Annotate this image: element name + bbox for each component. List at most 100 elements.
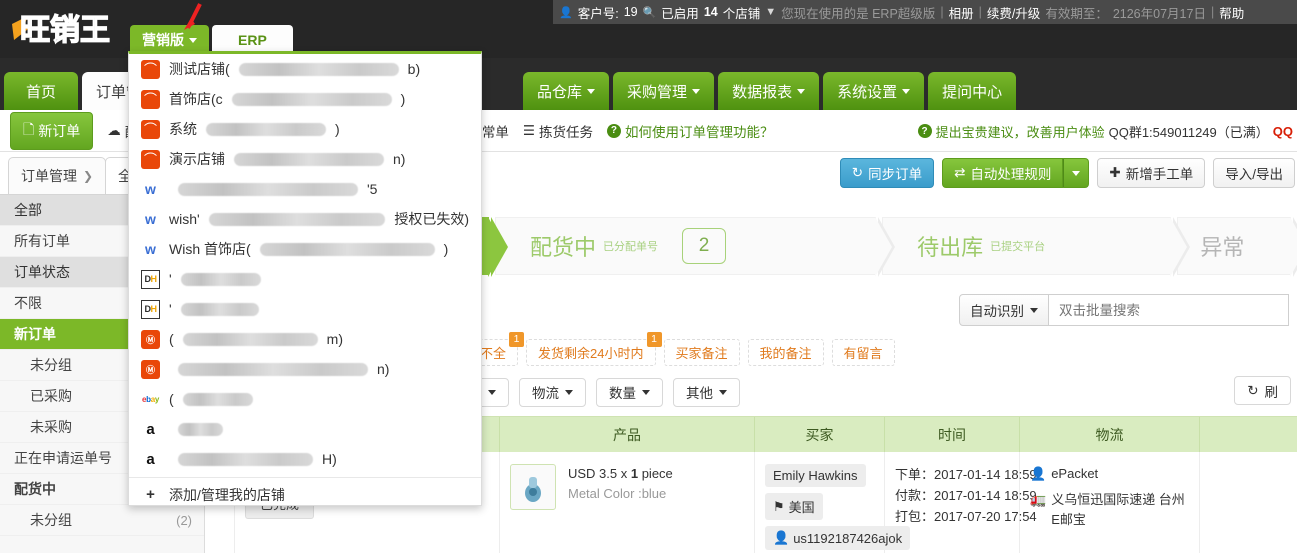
- pipeline-step-abnormal[interactable]: 异常: [1177, 217, 1297, 277]
- store-list-item[interactable]: a H): [129, 444, 481, 474]
- add-manual-order-button[interactable]: ✚ 新增手工单: [1097, 158, 1206, 188]
- store-list-item[interactable]: D H ': [129, 294, 481, 324]
- store-list-item[interactable]: e b a y (: [129, 384, 481, 414]
- product-qty: 1: [630, 466, 639, 481]
- time-pack-label: 打包：: [895, 509, 935, 524]
- nav-item-support[interactable]: 提问中心: [928, 72, 1017, 110]
- pipeline-step-pending-out[interactable]: 待出库 已提交平台: [882, 217, 1191, 277]
- store-list-item[interactable]: ⌒ 演示店铺 n): [129, 144, 481, 174]
- store-list-item[interactable]: Ⓜ (m): [129, 324, 481, 354]
- import-export-button[interactable]: 导入/导出: [1213, 158, 1295, 188]
- store-list-item[interactable]: ⌒ 首饰店(c): [129, 84, 481, 114]
- nav-item-warehouse-label: 品仓库: [537, 83, 583, 101]
- store-list: ⌒ 测试店铺(b) ⌒ 首饰店(c) ⌒ 系统) ⌒ 演示店铺 n) w '5 w wish' 授权已失效…: [129, 54, 481, 474]
- breadcrumb[interactable]: 订单管理 ❯: [8, 157, 107, 194]
- chevron-down-icon[interactable]: ▼: [765, 6, 776, 18]
- sync-icon: ↻: [851, 165, 864, 180]
- app-logo[interactable]: 旺销王: [8, 4, 126, 54]
- filter-label: 数量: [609, 386, 636, 401]
- dhgate-icon: DH: [141, 299, 160, 319]
- picking-task-link[interactable]: ☰ 拣货任务: [523, 121, 593, 141]
- stores-prefix: 已启用: [661, 6, 699, 21]
- chip-badge: 1: [509, 331, 525, 347]
- expiry-value: 2126年07月17日: [1112, 6, 1206, 21]
- store-selector-dropdown[interactable]: ⌒ 测试店铺(b) ⌒ 首饰店(c) ⌒ 系统) ⌒ 演示店铺 n) w '5 w wish' 授权已失效…: [128, 51, 482, 506]
- redacted-store-name: [238, 62, 399, 76]
- chip-has-message[interactable]: 有留言: [831, 338, 895, 366]
- chevron-down-icon: [189, 37, 197, 43]
- chip-ship-within-24h[interactable]: 发货剩余24小时内 1: [526, 331, 662, 366]
- album-link[interactable]: 相册: [949, 3, 974, 22]
- sidebar-item-ungrouped-allocating[interactable]: 未分组 (2): [0, 505, 204, 536]
- refresh-icon: ⇄: [954, 165, 966, 180]
- new-order-button[interactable]: 🗋 新订单: [10, 111, 94, 150]
- add-manage-stores-item[interactable]: + 添加/管理我的店铺: [129, 477, 481, 505]
- help-link[interactable]: 帮助: [1219, 3, 1244, 22]
- auto-rule-button[interactable]: ⇄ 自动处理规则: [942, 158, 1064, 188]
- auto-rule-split-button: ⇄ 自动处理规则: [942, 158, 1090, 188]
- chip-buyer-note[interactable]: 买家备注: [663, 338, 740, 366]
- renew-link[interactable]: 续费/升级: [987, 3, 1040, 22]
- store-list-item[interactable]: ⌒ 系统): [129, 114, 481, 144]
- product-attribute: Metal Color :blue: [568, 486, 667, 501]
- chevron-down-icon: [642, 389, 650, 395]
- auto-recognize-select[interactable]: 自动识别: [959, 294, 1049, 326]
- store-name-prefix: (: [169, 391, 174, 407]
- filter-other[interactable]: 其他: [673, 377, 740, 407]
- nav-item-settings[interactable]: 系统设置: [823, 72, 925, 110]
- tab-marketing-label: 营销版: [142, 32, 184, 48]
- buyer-country-label: 美国: [788, 500, 815, 515]
- chip-label: 买家备注: [675, 345, 728, 361]
- store-list-item[interactable]: Ⓜn): [129, 354, 481, 384]
- nav-item-purchase-label: 采购管理: [627, 83, 688, 101]
- store-list-item[interactable]: w '5: [129, 174, 481, 204]
- product-thumb[interactable]: [510, 464, 556, 510]
- store-list-item[interactable]: ⌒ 测试店铺(b): [129, 54, 481, 84]
- store-list-item[interactable]: w wish' 授权已失效): [129, 204, 481, 234]
- help-usage-label: 如何使用订单管理功能？: [624, 124, 774, 140]
- store-list-item[interactable]: D H ': [129, 264, 481, 294]
- store-name-prefix: 首饰店(c: [169, 91, 223, 107]
- suggest-label[interactable]: 提出宝贵建议，改善用户体验: [936, 122, 1105, 141]
- store-list-item[interactable]: a: [129, 414, 481, 444]
- nav-item-home-label: 首页: [26, 83, 57, 101]
- auto-rule-dropdown-button[interactable]: [1063, 158, 1090, 188]
- sidebar-item-count: (2): [176, 512, 192, 528]
- pipeline-step-allocating[interactable]: 配货中 已分配单号 2: [495, 217, 896, 277]
- th-logistics: 物流: [1020, 417, 1200, 453]
- pipeline-step-title: 异常: [1200, 235, 1245, 260]
- td-product: USD 3.5 x 1 piece Metal Color :blue: [500, 452, 755, 553]
- nav-item-settings-label: 系统设置: [837, 83, 898, 101]
- search-input[interactable]: [1049, 294, 1289, 326]
- chip-my-note[interactable]: 我的备注: [747, 338, 824, 366]
- redacted-store-name: [180, 272, 261, 286]
- redacted-store-name: [178, 362, 368, 376]
- filter-quantity[interactable]: 数量: [596, 377, 663, 407]
- nav-item-purchase[interactable]: 采购管理: [613, 72, 715, 110]
- account-label: 客户号:: [577, 6, 619, 21]
- search-icon[interactable]: 🔍: [643, 6, 657, 19]
- filter-logistics[interactable]: 物流: [519, 377, 586, 407]
- store-list-item[interactable]: w Wish 首饰店(): [129, 234, 481, 264]
- logistics-carrier-line: 🚛 义乌恒迅国际速递 台州E邮宝: [1030, 490, 1189, 530]
- nav-item-home[interactable]: 首页: [4, 72, 79, 110]
- redacted-store-name: [231, 92, 392, 106]
- wish-icon: w: [145, 181, 156, 197]
- sync-orders-button[interactable]: ↻ 同步订单: [839, 158, 935, 188]
- nav-item-reports[interactable]: 数据报表: [718, 72, 820, 110]
- redacted-store-name: [178, 422, 223, 436]
- help-usage-link[interactable]: ? 如何使用订单管理功能？: [606, 121, 774, 141]
- store-name-prefix: 系统: [169, 121, 197, 137]
- chevron-down-icon: [587, 88, 596, 94]
- sidebar-item-label: 未分组: [30, 357, 72, 373]
- expiry-label: 有效期至：: [1045, 6, 1108, 21]
- sidebar-item-label: 所有订单: [14, 233, 70, 249]
- sidebar-item-label: 订单状态: [14, 264, 70, 280]
- time-order-label: 下单：: [895, 467, 935, 482]
- feedback-note: ? 提出宝贵建议，改善用户体验 QQ群1:549011249（已满） QQ: [917, 110, 1293, 152]
- store-name-suffix: ): [335, 121, 340, 137]
- store-name-suffix: ): [443, 241, 449, 257]
- refresh-button[interactable]: ↻ 刷: [1234, 376, 1291, 405]
- sidebar-item-label: 未采购: [30, 419, 72, 435]
- nav-item-warehouse[interactable]: 品仓库: [523, 72, 610, 110]
